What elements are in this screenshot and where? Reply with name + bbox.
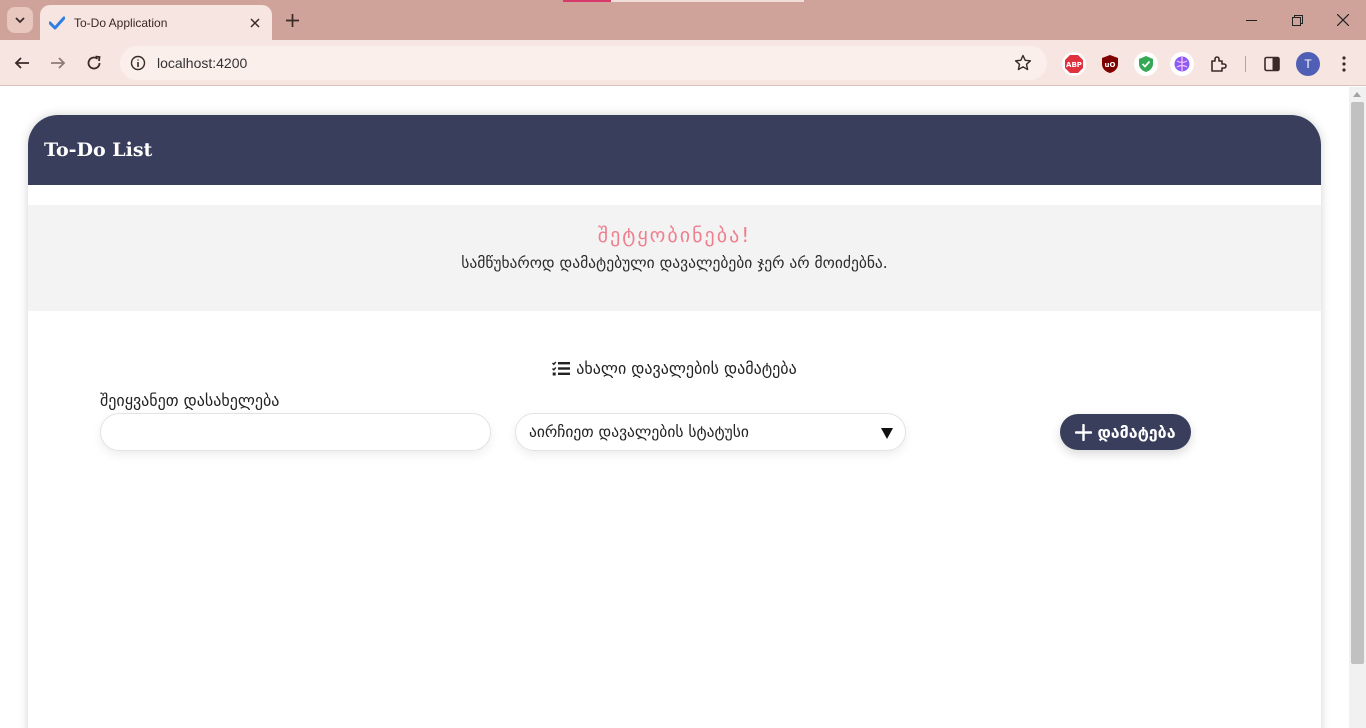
notice-title: შეტყობინება! [597,223,752,247]
plus-icon [285,13,299,27]
task-name-input[interactable] [100,413,491,451]
page-scrollbar[interactable] [1349,87,1366,728]
site-info-icon[interactable] [128,53,148,73]
tab-title: To-Do Application [74,15,168,30]
arrow-right-icon [51,57,66,69]
task-status-select[interactable]: აირჩიეთ დავალების სტატუსი [515,413,906,451]
task-name-label: შეიყვანეთ დასახელება [100,391,280,410]
plus-icon [1075,423,1093,441]
app-header: To-Do List [28,115,1321,185]
add-task-button-label: დამატება [1097,422,1176,442]
more-vertical-icon [1342,56,1346,72]
bookmark-star-icon[interactable] [1011,51,1035,75]
browser-menu-button[interactable] [1332,52,1356,76]
close-window-button[interactable] [1320,6,1366,34]
reload-icon [87,55,101,70]
add-task-heading-text: ახალი დავალების დამატება [576,359,797,378]
shield-check-icon[interactable] [1134,52,1158,76]
extensions-puzzle-icon[interactable] [1206,52,1230,76]
todo-card: To-Do List შეტყობინება! სამწუხაროდ დამატ… [28,115,1321,728]
tab-group-indicator [563,0,611,2]
scroll-up-arrow-icon[interactable] [1353,92,1361,97]
browser-tabstrip: To-Do Application [0,0,1366,40]
profile-avatar[interactable]: T [1296,52,1320,76]
minimize-button[interactable] [1228,6,1274,34]
brain-icon[interactable] [1170,52,1194,76]
side-panel-icon[interactable] [1260,52,1284,76]
back-button[interactable] [8,49,36,77]
forward-button[interactable] [44,49,72,77]
list-check-icon [552,361,571,376]
tab-close-button[interactable] [244,12,266,34]
profile-initial: T [1304,57,1312,71]
chevron-down-icon [15,17,25,24]
close-icon [250,17,260,28]
ublock-origin-icon[interactable]: uO [1098,52,1122,76]
svg-text:uO: uO [1105,61,1116,69]
page-viewport: To-Do List შეტყობინება! სამწუხაროდ დამატ… [0,87,1348,728]
add-task-heading: ახალი დავალების დამატება [28,359,1321,378]
dropdown-caret-icon [881,427,893,439]
close-icon [1337,14,1349,26]
new-tab-button[interactable] [280,8,304,32]
app-title: To-Do List [44,139,153,161]
reload-button[interactable] [80,49,108,77]
restore-icon [1291,14,1303,26]
restore-button[interactable] [1274,6,1320,34]
todo-favicon-icon [48,14,66,32]
add-task-button[interactable]: დამატება [1060,414,1191,450]
tab-search-button[interactable] [7,7,33,33]
browser-tab-active[interactable]: To-Do Application [40,5,272,40]
empty-notice: შეტყობინება! სამწუხაროდ დამატებული დავალ… [28,205,1321,311]
adblock-plus-icon[interactable]: ABP [1062,52,1086,76]
browser-toolbar: localhost:4200 ABP uO T [0,40,1366,86]
notice-text: სამწუხაროდ დამატებული დავალებები ჯერ არ … [461,254,888,272]
svg-text:ABP: ABP [1066,61,1082,69]
url-text: localhost:4200 [157,55,248,71]
scroll-thumb[interactable] [1351,102,1364,664]
tab-group-indicator-secondary [611,0,804,2]
minimize-icon [1245,19,1257,21]
toolbar-separator [1245,56,1246,72]
task-status-placeholder: აირჩიეთ დავალების სტატუსი [529,423,749,441]
address-bar[interactable]: localhost:4200 [120,46,1047,80]
arrow-left-icon [14,57,29,69]
